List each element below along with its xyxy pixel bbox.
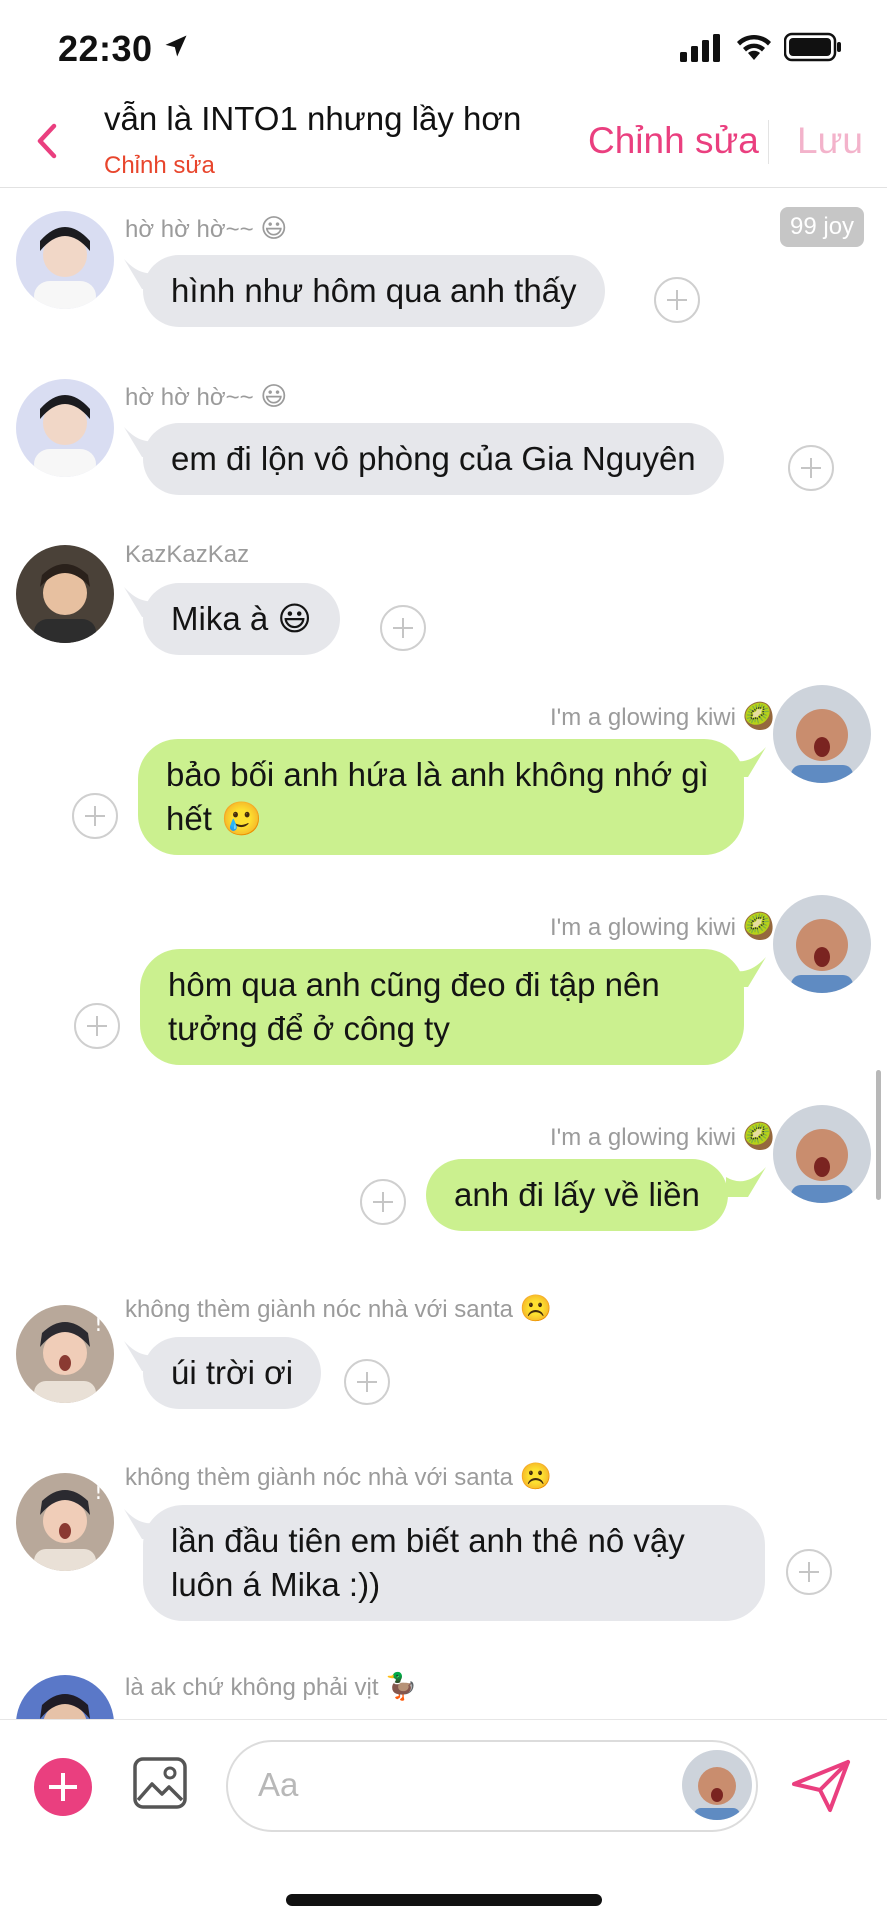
add-reaction-button[interactable] [72,793,118,839]
sender-name: không thèm giành nóc nhà với santa ☹️ [125,1461,553,1491]
avatar[interactable] [16,545,114,643]
avatar[interactable]: ! [16,1473,114,1571]
avatar[interactable] [16,211,114,309]
sender-name: không thèm giành nóc nhà với santa ☹️ [125,1293,553,1323]
chat-area[interactable]: 99 joy hờ hờ hờ~~ 😃 hình như hôm qua anh… [0,189,887,1719]
message-bubble[interactable]: hôm qua anh cũng đeo đi tập nên tưởng để… [140,949,744,1065]
message-bubble[interactable]: úi trời ơi [143,1337,322,1409]
avatar[interactable]: ! [16,1305,114,1403]
home-indicator [286,1894,602,1906]
sender-name: là ak chứ không phải vịt 🦆 [125,1671,418,1701]
image-icon[interactable] [132,1756,188,1810]
sender-name: hờ hờ hờ~~ 😃 [125,213,288,243]
message-bubble[interactable]: hình như hôm qua anh thấy [143,255,605,327]
cellular-signal-icon [680,34,720,62]
add-reaction-button[interactable] [788,445,834,491]
add-reaction-button[interactable] [74,1003,120,1049]
sender-name: I'm a glowing kiwi 🥝 [549,911,775,941]
plus-icon[interactable] [34,1758,92,1816]
group-title[interactable]: vẫn là INTO1 nhưng lầy hơn [104,100,521,138]
sticker-avatar[interactable] [682,1750,752,1820]
message-bubble[interactable]: anh đi lấy về liền [426,1159,728,1231]
avatar[interactable] [773,685,871,783]
avatar[interactable] [16,379,114,477]
svg-text:!: ! [94,1312,103,1337]
input-placeholder: Aa [258,1766,299,1803]
send-icon[interactable] [790,1758,852,1814]
header-divider [768,120,769,164]
add-reaction-button[interactable] [360,1179,406,1225]
chat-header: vẫn là INTO1 nhưng lầy hơn Chỉnh sửa Chỉ… [0,100,887,188]
add-reaction-button[interactable] [786,1549,832,1595]
message-input[interactable]: Aa [226,1740,758,1832]
avatar[interactable] [773,895,871,993]
wifi-icon [737,34,771,60]
location-arrow-icon [165,35,187,57]
status-bar: 22:30 [0,0,887,100]
svg-text:!: ! [94,1480,103,1505]
message-bubble[interactable]: bảo bối anh hứa là anh không nhớ gì hết … [138,739,744,855]
edit-button[interactable]: Chỉnh sửa [588,120,759,162]
status-time: 22:30 [58,28,153,69]
battery-icon [784,32,841,62]
sender-name: I'm a glowing kiwi 🥝 [549,701,775,731]
save-button[interactable]: Lưu [797,120,863,162]
group-subtitle-edit-link[interactable]: Chỉnh sửa [104,152,215,180]
message-bubble[interactable]: lần đầu tiên em biết anh thê nô vậy luôn… [143,1505,765,1621]
reaction-count-badge[interactable]: 99 joy [780,207,865,247]
sender-name: I'm a glowing kiwi 🥝 [549,1121,775,1151]
bubble-tail [726,1167,766,1197]
message-bubble[interactable]: Mika à 😃 [143,583,340,655]
avatar[interactable] [773,1105,871,1203]
back-chevron-icon[interactable] [30,116,66,166]
message-composer: Aa [0,1719,887,1849]
scrollbar-thumb[interactable] [876,1070,881,1200]
add-reaction-button[interactable] [344,1359,390,1405]
add-reaction-button[interactable] [380,605,426,651]
sender-name: KazKazKaz [125,541,250,568]
message-bubble[interactable]: em đi lộn vô phòng của Gia Nguyên [143,423,724,495]
avatar[interactable] [16,1675,114,1719]
sender-name: hờ hờ hờ~~ 😃 [125,381,288,411]
add-reaction-button[interactable] [654,277,700,323]
